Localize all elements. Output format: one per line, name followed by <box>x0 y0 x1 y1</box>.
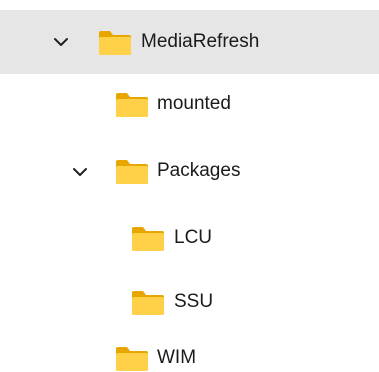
folder-icon <box>131 290 165 316</box>
folder-icon <box>115 92 149 118</box>
tree-item-label: LCU <box>174 227 213 248</box>
tree-item-mediarefresh[interactable]: MediaRefresh <box>0 10 379 74</box>
folder-tree: MediaRefresh mounted Packages LCU SSU WI… <box>0 0 379 372</box>
folder-icon <box>115 159 149 185</box>
tree-item-wim[interactable]: WIM <box>0 338 379 372</box>
tree-item-label: mounted <box>157 93 231 114</box>
tree-item-label: WIM <box>157 347 197 368</box>
folder-icon <box>131 226 165 252</box>
tree-item-label: SSU <box>174 291 214 312</box>
tree-item-packages[interactable]: Packages <box>0 141 379 199</box>
folder-icon <box>98 30 132 56</box>
folder-icon <box>115 346 149 372</box>
chevron-down-icon[interactable] <box>73 165 87 179</box>
tree-item-ssu[interactable]: SSU <box>0 274 379 330</box>
tree-item-label: MediaRefresh <box>141 31 260 52</box>
tree-item-lcu[interactable]: LCU <box>0 208 379 266</box>
tree-item-mounted[interactable]: mounted <box>0 76 379 132</box>
chevron-down-icon[interactable] <box>54 35 68 49</box>
tree-item-label: Packages <box>157 160 241 181</box>
